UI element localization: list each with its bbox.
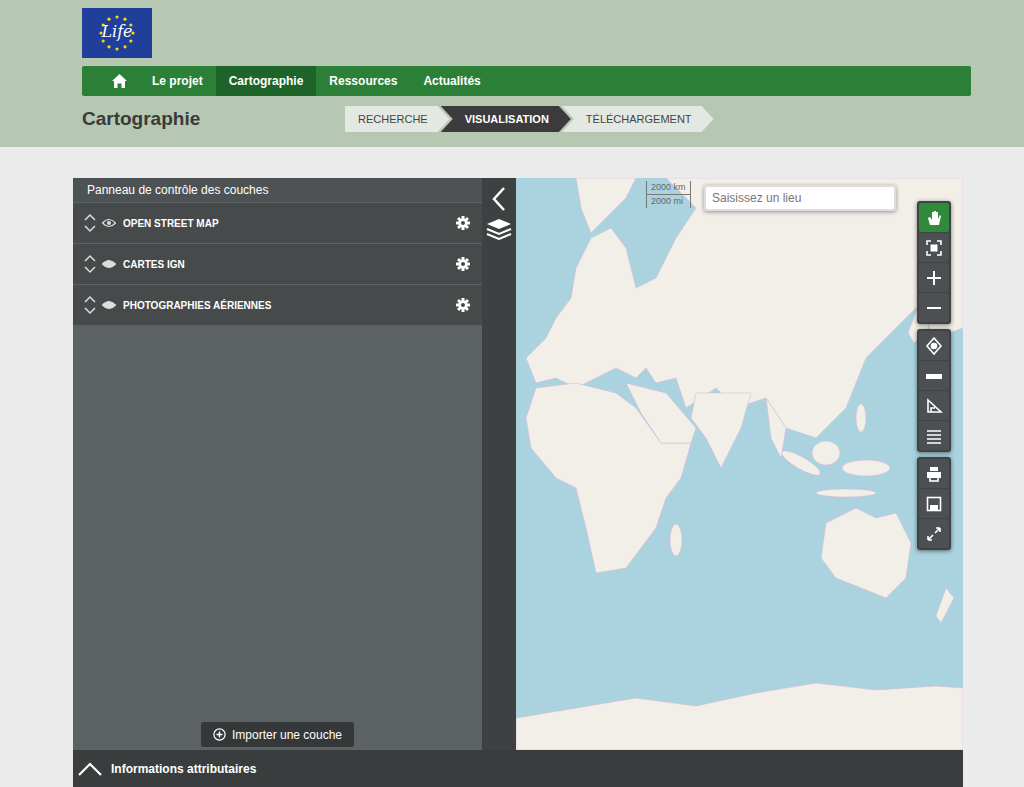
layer-name: PHOTOGRAPHIES AÉRIENNES xyxy=(123,300,451,311)
tool-group xyxy=(917,201,951,324)
tool-button[interactable] xyxy=(919,361,949,390)
eye-open-icon[interactable] xyxy=(102,218,116,228)
locate-icon xyxy=(925,337,943,355)
eye-closed-icon[interactable] xyxy=(102,300,116,310)
print-icon xyxy=(925,465,943,483)
steps: RECHERCHEVISUALISATIONTÉLÉCHARGEMENT xyxy=(345,106,971,132)
pan-icon xyxy=(925,209,943,227)
eye-closed-icon[interactable] xyxy=(102,259,116,269)
import-layer-button[interactable]: Importer une couche xyxy=(201,722,354,747)
save-icon xyxy=(925,495,943,513)
collapse-chevron-icon[interactable] xyxy=(491,186,507,212)
gear-icon[interactable] xyxy=(456,257,470,271)
tool-button[interactable] xyxy=(919,203,949,232)
reorder-icon[interactable] xyxy=(83,294,97,316)
tool-button[interactable] xyxy=(919,391,949,420)
page: LifeLe projetCartographieRessourcesActua… xyxy=(0,0,1024,787)
reorder-icon[interactable] xyxy=(83,253,97,275)
map-frame: Panneau de contrôle des couches OPEN STRE… xyxy=(73,178,963,787)
ruler-icon xyxy=(925,367,943,385)
logo-text: Life xyxy=(82,22,152,41)
tool-button[interactable] xyxy=(919,233,949,262)
nav-item[interactable]: Cartographie xyxy=(216,66,317,96)
tool-button[interactable] xyxy=(919,263,949,292)
angle-icon xyxy=(925,397,943,415)
extent-icon xyxy=(925,239,943,257)
home-link[interactable] xyxy=(102,66,139,96)
layer-name: CARTES IGN xyxy=(123,259,451,270)
layer-name: OPEN STREET MAP xyxy=(123,218,451,229)
panel-title: Panneau de contrôle des couches xyxy=(73,178,482,202)
place-search-input[interactable] xyxy=(704,185,896,211)
zoom-out-icon xyxy=(925,299,943,317)
layers-icon[interactable] xyxy=(486,218,512,240)
add-circle-icon xyxy=(213,728,226,741)
reorder-icon[interactable] xyxy=(83,212,97,234)
layer-row[interactable]: PHOTOGRAPHIES AÉRIENNES xyxy=(73,284,482,325)
zoom-in-icon xyxy=(925,269,943,287)
attributes-bar[interactable]: Informations attributaires xyxy=(73,750,963,787)
world-map[interactable] xyxy=(516,178,963,750)
chevron-up-icon[interactable] xyxy=(77,761,103,777)
nav-item[interactable]: Le projet xyxy=(139,66,216,96)
life-logo[interactable]: Life xyxy=(82,8,152,58)
list-icon xyxy=(925,427,943,445)
gear-icon[interactable] xyxy=(456,298,470,312)
page-title: Cartographie xyxy=(82,108,345,130)
scale-bar: 2000 km2000 mi xyxy=(646,181,691,208)
tool-button[interactable] xyxy=(919,293,949,322)
tool-button[interactable] xyxy=(919,459,949,488)
scale-label: 2000 km xyxy=(646,181,691,195)
step[interactable]: VISUALISATION xyxy=(441,106,571,132)
gear-icon[interactable] xyxy=(456,216,470,230)
step[interactable]: TÉLÉCHARGEMENT xyxy=(562,106,714,132)
panel-strip xyxy=(482,178,516,750)
scale-label: 2000 mi xyxy=(646,195,691,208)
layer-row[interactable]: OPEN STREET MAP xyxy=(73,202,482,243)
map[interactable]: 2000 km2000 mi xyxy=(516,178,963,750)
tool-group xyxy=(917,329,951,452)
nav-item[interactable]: Ressources xyxy=(316,66,410,96)
tool-button[interactable] xyxy=(919,421,949,450)
layer-row[interactable]: CARTES IGN xyxy=(73,243,482,284)
nav-item[interactable]: Actualités xyxy=(410,66,493,96)
tool-group xyxy=(917,457,951,550)
tool-button[interactable] xyxy=(919,519,949,548)
map-toolbar xyxy=(917,201,951,550)
tool-button[interactable] xyxy=(919,489,949,518)
step[interactable]: RECHERCHE xyxy=(345,106,450,132)
tool-button[interactable] xyxy=(919,331,949,360)
fullscreen-icon xyxy=(925,525,943,543)
home-icon xyxy=(112,74,127,88)
layer-panel: Panneau de contrôle des couches OPEN STRE… xyxy=(73,178,482,750)
main-nav: Le projetCartographieRessourcesActualité… xyxy=(82,66,971,96)
site-header: LifeLe projetCartographieRessourcesActua… xyxy=(0,0,1024,147)
attributes-label: Informations attributaires xyxy=(111,762,256,776)
